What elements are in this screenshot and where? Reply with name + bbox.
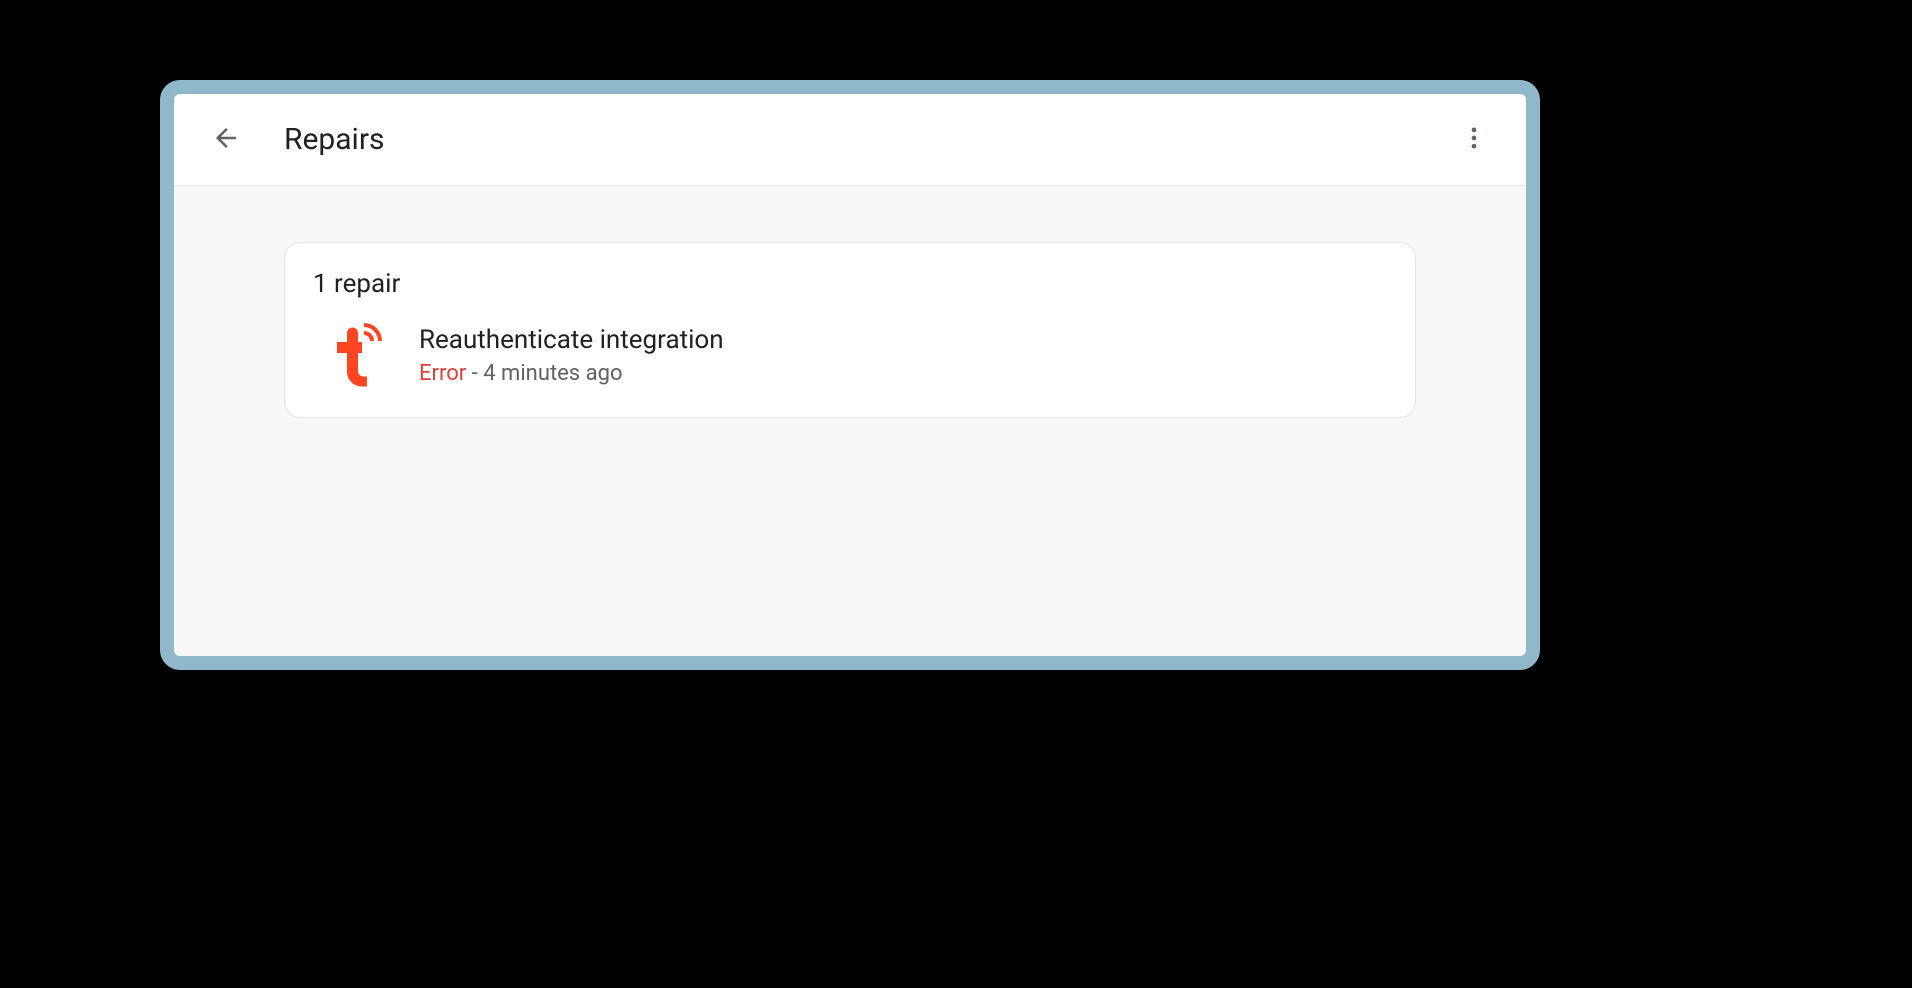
- repairs-window: Repairs 1 repair: [160, 80, 1540, 670]
- repair-text: Reauthenticate integration Error - 4 min…: [419, 325, 724, 386]
- content-area: 1 repair Reauthenticate integrat: [174, 186, 1526, 656]
- card-title: 1 repair: [313, 269, 1387, 299]
- arrow-left-icon: [211, 123, 241, 157]
- repair-title: Reauthenticate integration: [419, 325, 724, 355]
- repair-status: Error: [419, 361, 466, 386]
- repair-meta: Error - 4 minutes ago: [419, 361, 724, 386]
- repair-separator: -: [466, 361, 483, 386]
- page-title: Repairs: [284, 122, 385, 157]
- repair-item[interactable]: Reauthenticate integration Error - 4 min…: [313, 321, 1387, 389]
- repairs-card: 1 repair Reauthenticate integrat: [284, 242, 1416, 418]
- repair-time: 4 minutes ago: [483, 361, 622, 386]
- back-button[interactable]: [202, 116, 250, 164]
- more-vert-icon: [1460, 124, 1488, 156]
- more-button[interactable]: [1450, 116, 1498, 164]
- tuya-icon: [321, 321, 389, 389]
- header: Repairs: [174, 94, 1526, 186]
